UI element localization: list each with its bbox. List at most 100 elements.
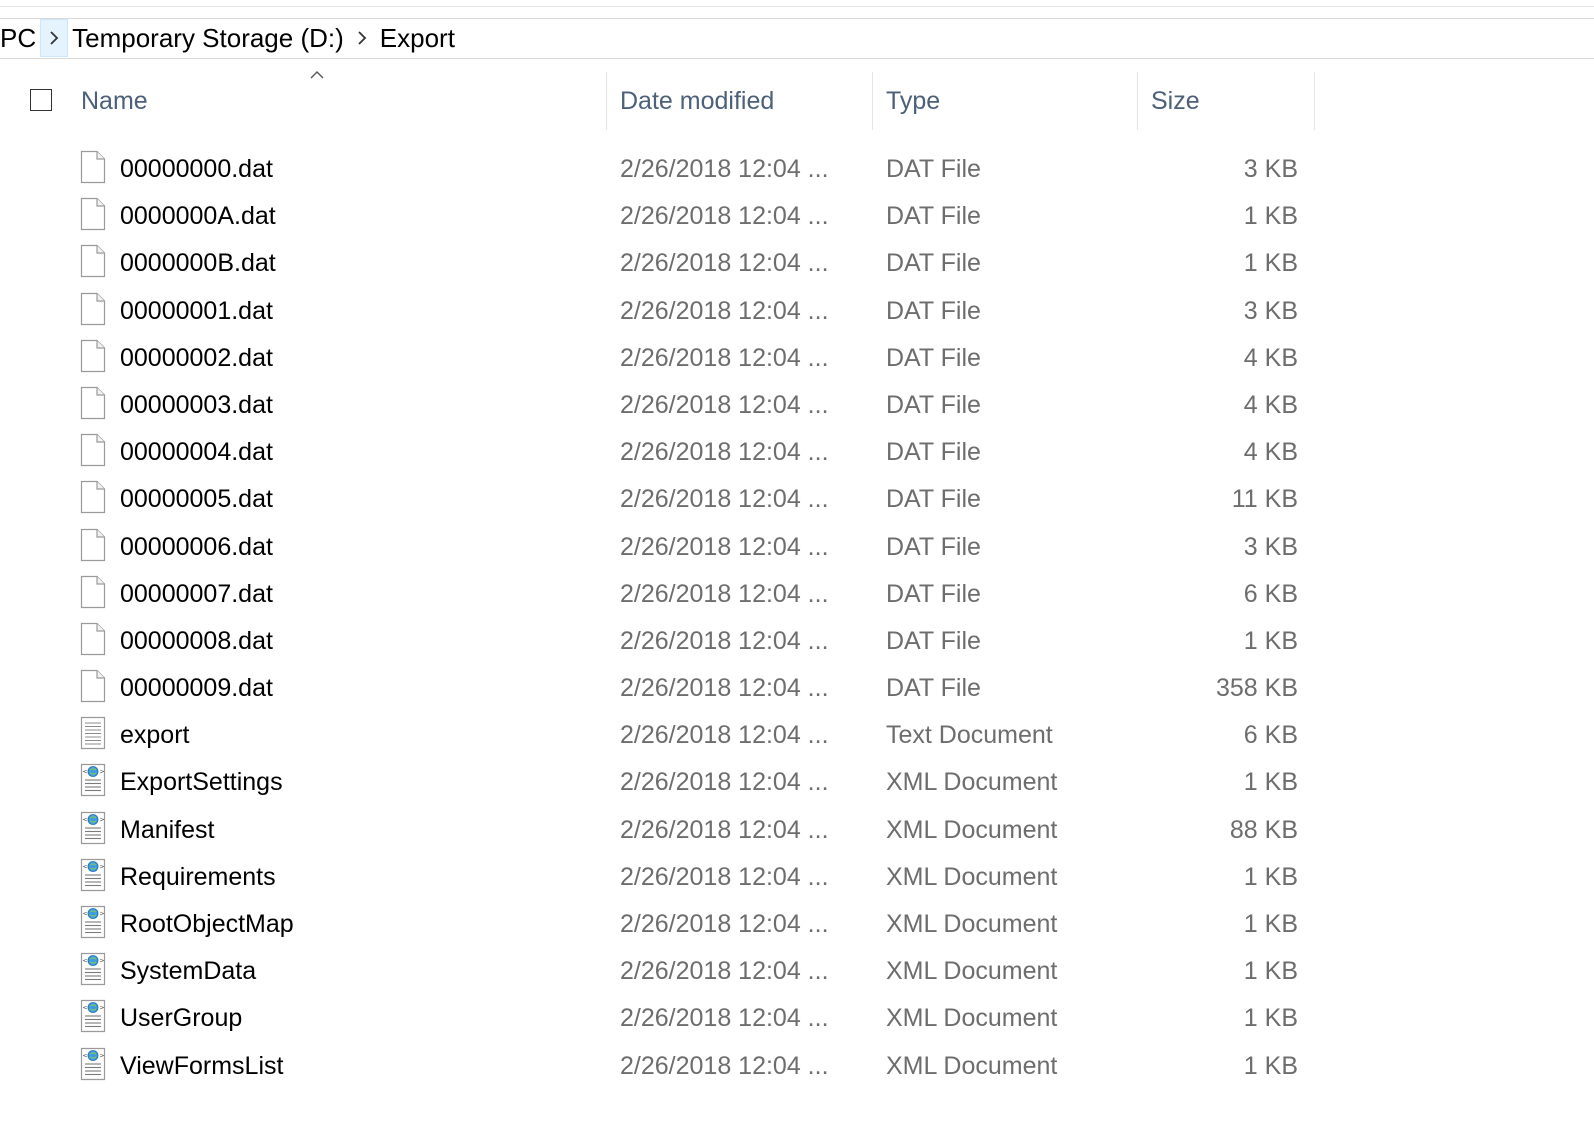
file-type: DAT File: [886, 296, 981, 325]
file-size: 1 KB: [1243, 862, 1298, 891]
file-date-modified: 2/26/2018 12:04 ...: [620, 721, 829, 750]
column-header-date-modified[interactable]: Date modified: [620, 72, 860, 130]
file-type: DAT File: [886, 343, 981, 372]
column-divider[interactable]: [606, 72, 607, 130]
column-divider[interactable]: [1137, 72, 1138, 130]
svg-text:<: <: [83, 911, 88, 918]
table-row[interactable]: 00000003.dat 2/26/2018 12:04 ... DAT File 4…: [0, 382, 1594, 429]
file-date-modified: 2/26/2018 12:04 ...: [620, 390, 829, 419]
file-size: 6 KB: [1243, 721, 1298, 750]
file-list: 00000000.dat 2/26/2018 12:04 ... DAT File 3…: [0, 146, 1594, 1090]
chevron-right-icon[interactable]: [40, 19, 69, 57]
file-name: 00000001.dat: [120, 296, 273, 325]
table-row[interactable]: 00000002.dat 2/26/2018 12:04 ... DAT File 4…: [0, 335, 1594, 382]
file-type: XML Document: [886, 768, 1058, 797]
column-divider[interactable]: [1314, 72, 1315, 130]
table-row[interactable]: 00000006.dat 2/26/2018 12:04 ... DAT File 3…: [0, 524, 1594, 571]
file-size: 1 KB: [1243, 202, 1298, 231]
file-date-modified: 2/26/2018 12:04 ...: [620, 815, 829, 844]
file-date-modified: 2/26/2018 12:04 ...: [620, 957, 829, 986]
file-size: 1 KB: [1243, 249, 1298, 278]
svg-text:>: >: [100, 958, 105, 965]
file-name: 00000000.dat: [120, 155, 273, 183]
file-size: 1 KB: [1243, 768, 1298, 797]
select-all-checkbox[interactable]: [30, 89, 52, 111]
column-header-type[interactable]: Type: [886, 72, 1126, 130]
table-row[interactable]: 0000000A.dat 2/26/2018 12:04 ... DAT File 1…: [0, 193, 1594, 240]
file-date-modified: 2/26/2018 12:04 ...: [620, 485, 829, 514]
file-type: DAT File: [886, 626, 981, 655]
file-date-modified: 2/26/2018 12:04 ...: [620, 579, 829, 608]
xml-document-icon: < >: [80, 952, 106, 986]
file-size: 1 KB: [1243, 910, 1298, 938]
xml-document-icon: < >: [80, 763, 106, 797]
blank-file-icon: [80, 197, 106, 231]
table-row[interactable]: 00000007.dat 2/26/2018 12:04 ... DAT File 6…: [0, 571, 1594, 618]
file-type: XML Document: [886, 1051, 1058, 1080]
file-name: UserGroup: [120, 1004, 243, 1033]
blank-file-icon: [80, 575, 106, 609]
table-row[interactable]: export 2/26/2018 12:04 ... Text Document 6 …: [0, 712, 1594, 759]
svg-text:>: >: [100, 863, 105, 870]
file-type: XML Document: [886, 957, 1058, 986]
file-size: 1 KB: [1243, 1004, 1298, 1033]
svg-text:>: >: [100, 769, 105, 776]
table-row[interactable]: < > ExportSettings 2/26/2018 12:04 ... XML D…: [0, 759, 1594, 806]
file-name: SystemData: [120, 957, 257, 986]
file-date-modified: 2/26/2018 12:04 ...: [620, 155, 829, 183]
file-name: 00000003.dat: [120, 390, 273, 419]
file-name: 00000004.dat: [120, 438, 273, 467]
table-row[interactable]: < > ViewFormsList 2/26/2018 12:04 ... XML Do…: [0, 1043, 1594, 1090]
file-size: 4 KB: [1243, 438, 1298, 467]
table-row[interactable]: < > RootObjectMap 2/26/2018 12:04 ... XML Do…: [0, 901, 1594, 948]
file-name: ExportSettings: [120, 768, 283, 797]
file-date-modified: 2/26/2018 12:04 ...: [620, 532, 829, 561]
file-type: XML Document: [886, 862, 1058, 891]
file-type: XML Document: [886, 910, 1058, 938]
text-document-icon: [80, 716, 106, 750]
table-row[interactable]: 00000001.dat 2/26/2018 12:04 ... DAT File 3…: [0, 288, 1594, 335]
file-size: 3 KB: [1243, 532, 1298, 561]
breadcrumb-item-drive[interactable]: Temporary Storage (D:): [68, 19, 348, 57]
file-size: 358 KB: [1215, 674, 1298, 703]
table-row[interactable]: 00000004.dat 2/26/2018 12:04 ... DAT File 4…: [0, 429, 1594, 476]
xml-document-icon: < >: [80, 999, 106, 1033]
table-row[interactable]: 00000005.dat 2/26/2018 12:04 ... DAT File 1…: [0, 476, 1594, 523]
xml-document-icon: < >: [80, 905, 106, 939]
svg-text:<: <: [83, 958, 88, 965]
table-row[interactable]: < > UserGroup 2/26/2018 12:04 ... XML Docume…: [0, 995, 1594, 1042]
table-row[interactable]: 0000000B.dat 2/26/2018 12:04 ... DAT File 1…: [0, 240, 1594, 287]
column-header-name[interactable]: Name: [81, 72, 601, 130]
svg-text:>: >: [100, 816, 105, 823]
file-name: Requirements: [120, 862, 276, 891]
svg-text:>: >: [100, 1052, 105, 1059]
svg-text:<: <: [83, 816, 88, 823]
table-row[interactable]: < > Requirements 2/26/2018 12:04 ... XML Doc…: [0, 854, 1594, 901]
file-name: 0000000A.dat: [120, 202, 276, 231]
table-row[interactable]: 00000000.dat 2/26/2018 12:04 ... DAT File 3…: [0, 146, 1594, 193]
file-type: DAT File: [886, 532, 981, 561]
column-header-size[interactable]: Size: [1151, 72, 1301, 130]
breadcrumb-item-pc[interactable]: PC: [0, 19, 40, 57]
table-row[interactable]: 00000008.dat 2/26/2018 12:04 ... DAT File 1…: [0, 618, 1594, 665]
xml-document-icon: < >: [80, 858, 106, 892]
file-size: 1 KB: [1243, 957, 1298, 986]
file-size: 4 KB: [1243, 390, 1298, 419]
file-date-modified: 2/26/2018 12:04 ...: [620, 202, 829, 231]
file-date-modified: 2/26/2018 12:04 ...: [620, 296, 829, 325]
file-name: ViewFormsList: [120, 1051, 284, 1080]
file-type: XML Document: [886, 1004, 1058, 1033]
table-row[interactable]: < > SystemData 2/26/2018 12:04 ... XML Docum…: [0, 948, 1594, 995]
file-date-modified: 2/26/2018 12:04 ...: [620, 626, 829, 655]
chevron-right-icon[interactable]: [348, 19, 376, 57]
file-name: 00000009.dat: [120, 674, 273, 703]
column-divider[interactable]: [872, 72, 873, 130]
table-row[interactable]: 00000009.dat 2/26/2018 12:04 ... DAT File 3…: [0, 665, 1594, 712]
breadcrumb-item-export[interactable]: Export: [376, 19, 459, 57]
breadcrumb[interactable]: PC Temporary Storage (D:) Export: [0, 18, 1594, 59]
table-row[interactable]: < > Manifest 2/26/2018 12:04 ... XML Documen…: [0, 807, 1594, 854]
file-date-modified: 2/26/2018 12:04 ...: [620, 438, 829, 467]
file-name: 00000007.dat: [120, 579, 273, 608]
file-size: 1 KB: [1243, 626, 1298, 655]
file-size: 6 KB: [1243, 579, 1298, 608]
